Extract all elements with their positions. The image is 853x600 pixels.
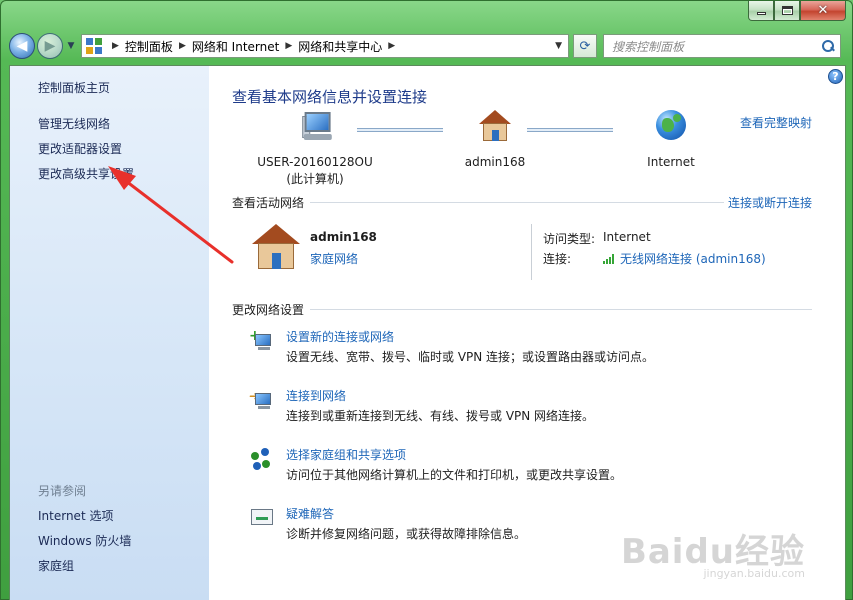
forward-button[interactable]: ▶ [37, 33, 63, 59]
new-connection-icon: + [249, 329, 275, 352]
vertical-divider [531, 224, 532, 280]
maximize-icon [781, 6, 793, 15]
map-node-computer[interactable]: USER-20160128OU (此计算机) [249, 110, 381, 188]
task-homegroup-sharing-desc: 访问位于其他网络计算机上的文件和打印机，或更改共享设置。 [286, 468, 623, 482]
task-connect-network-desc: 连接到或重新连接到无线、有线、拨号或 VPN 网络连接。 [286, 409, 595, 423]
search-icon[interactable] [822, 40, 834, 52]
active-network-card: admin168 家庭网络 访问类型: Internet 连接: 无线网络连接 … [249, 224, 809, 284]
network-name: admin168 [464, 155, 526, 169]
breadcrumb-control-panel[interactable]: 控制面板 [125, 38, 173, 55]
main-pane: ? 查看基本网络信息并设置连接 查看完整映射 USER-20160128OU (… [209, 66, 845, 600]
breadcrumb-separator-icon[interactable]: ▶ [179, 41, 186, 51]
content-area: 控制面板主页 管理无线网络 更改适配器设置 更改高级共享设置 另请参阅 Inte… [9, 65, 846, 600]
task-troubleshoot-desc: 诊断并修复网络问题，或获得故障排除信息。 [286, 527, 527, 541]
task-troubleshoot-link[interactable]: 疑难解答 [286, 505, 334, 522]
task-connect-network-link[interactable]: 连接到网络 [286, 387, 346, 404]
wifi-signal-icon [603, 253, 615, 264]
section-divider [310, 202, 724, 203]
refresh-button[interactable]: ⟳ [573, 34, 597, 58]
home-network-icon [252, 224, 300, 270]
sidebar-task-list: 管理无线网络 更改适配器设置 更改高级共享设置 [38, 116, 209, 182]
watermark-brand: Baidu经验 [620, 532, 805, 572]
active-networks-header: 查看活动网络 连接或断开连接 [232, 194, 812, 211]
connect-network-icon: ➜ [249, 389, 275, 411]
baidu-watermark: Baidu经验 jingyan.baidu.com [621, 524, 805, 580]
caption-buttons: ✕ [748, 1, 846, 21]
see-also-homegroup[interactable]: 家庭组 [38, 558, 131, 574]
sidebar-change-advanced-sharing[interactable]: 更改高级共享设置 [38, 166, 209, 182]
navigation-bar: ◀ ▶ ▼ ▶ 控制面板 ▶ 网络和 Internet ▶ 网络和共享中心 ▶ … [9, 31, 844, 61]
minimize-icon [756, 12, 766, 15]
close-button[interactable]: ✕ [800, 1, 846, 21]
breadcrumb: ▶ 控制面板 ▶ 网络和 Internet ▶ 网络和共享中心 ▶ [106, 38, 401, 55]
task-homegroup-sharing-link[interactable]: 选择家庭组和共享选项 [286, 446, 406, 463]
task-setup-connection-desc: 设置无线、宽带、拨号、临时或 VPN 连接；或设置路由器或访问点。 [286, 350, 655, 364]
address-dropdown-icon[interactable]: ▼ [555, 41, 562, 51]
computer-icon [249, 110, 381, 150]
network-type-link[interactable]: 家庭网络 [310, 250, 358, 267]
home-network-icon [445, 110, 545, 150]
connection-label: 连接: [543, 252, 572, 266]
control-panel-icon [86, 38, 102, 54]
recent-pages-dropdown[interactable]: ▼ [65, 41, 77, 51]
sidebar-control-panel-home[interactable]: 控制面板主页 [38, 80, 209, 96]
see-also-section: 另请参阅 Internet 选项 Windows 防火墙 家庭组 [38, 482, 131, 583]
task-setup-connection-link[interactable]: 设置新的连接或网络 [286, 328, 394, 345]
active-network-name: admin168 [310, 230, 377, 244]
forward-arrow-icon: ▶ [44, 38, 56, 54]
back-button[interactable]: ◀ [9, 33, 35, 59]
map-node-network[interactable]: admin168 [445, 110, 545, 171]
help-icon[interactable]: ? [828, 69, 843, 84]
search-placeholder: 搜索控制面板 [612, 39, 685, 54]
task-connect-network: ➜ 连接到网络 连接到或重新连接到无线、有线、拨号或 VPN 网络连接。 [249, 387, 809, 427]
address-bar[interactable]: ▶ 控制面板 ▶ 网络和 Internet ▶ 网络和共享中心 ▶ ▼ [81, 34, 569, 58]
access-type-value: Internet [603, 230, 651, 244]
map-node-internet[interactable]: Internet [621, 110, 721, 171]
page-title: 查看基本网络信息并设置连接 [232, 88, 428, 106]
minimize-button[interactable] [748, 1, 774, 21]
breadcrumb-separator-icon[interactable]: ▶ [285, 41, 292, 51]
change-settings-title: 更改网络设置 [232, 303, 305, 317]
maximize-button[interactable] [774, 1, 800, 21]
see-also-header: 另请参阅 [38, 484, 87, 498]
see-also-windows-firewall[interactable]: Windows 防火墙 [38, 533, 131, 549]
task-homegroup-sharing: 选择家庭组和共享选项 访问位于其他网络计算机上的文件和打印机，或更改共享设置。 [249, 446, 809, 486]
close-icon: ✕ [817, 3, 829, 18]
task-pane: 控制面板主页 管理无线网络 更改适配器设置 更改高级共享设置 另请参阅 Inte… [10, 66, 209, 600]
connection-row: 连接: 无线网络连接 (admin168) [543, 250, 766, 267]
troubleshoot-icon [249, 507, 275, 529]
task-setup-connection: + 设置新的连接或网络 设置无线、宽带、拨号、临时或 VPN 连接；或设置路由器… [249, 328, 809, 368]
search-box[interactable]: 搜索控制面板 [603, 34, 841, 58]
back-arrow-icon: ◀ [16, 38, 28, 54]
window-frame: ✕ ◀ ▶ ▼ ▶ 控制面板 ▶ 网络和 Internet ▶ 网络和共享中心 … [0, 0, 853, 600]
change-settings-header: 更改网络设置 [232, 301, 812, 318]
wireless-connection-link[interactable]: 无线网络连接 (admin168) [603, 250, 766, 267]
homegroup-icon [249, 448, 275, 470]
wireless-connection-label: 无线网络连接 (admin168) [620, 252, 766, 266]
breadcrumb-network-sharing-center[interactable]: 网络和共享中心 [298, 38, 382, 55]
internet-label: Internet [647, 155, 695, 169]
section-divider [310, 309, 812, 310]
breadcrumb-separator-icon[interactable]: ▶ [388, 41, 395, 51]
breadcrumb-separator-icon[interactable]: ▶ [112, 41, 119, 51]
access-type-row: 访问类型: Internet [543, 230, 651, 247]
computer-name: USER-20160128OU [257, 155, 373, 169]
access-type-label: 访问类型: [543, 232, 596, 246]
breadcrumb-network-internet[interactable]: 网络和 Internet [192, 38, 279, 55]
see-also-internet-options[interactable]: Internet 选项 [38, 508, 131, 524]
sidebar-manage-wireless[interactable]: 管理无线网络 [38, 116, 209, 132]
computer-subtitle: (此计算机) [286, 172, 344, 186]
sidebar-change-adapter-settings[interactable]: 更改适配器设置 [38, 141, 209, 157]
refresh-icon: ⟳ [579, 38, 591, 54]
globe-icon [621, 110, 721, 150]
connect-disconnect-link[interactable]: 连接或断开连接 [728, 194, 812, 211]
active-networks-title: 查看活动网络 [232, 196, 305, 210]
network-map: USER-20160128OU (此计算机) admin168 Internet [249, 110, 789, 190]
